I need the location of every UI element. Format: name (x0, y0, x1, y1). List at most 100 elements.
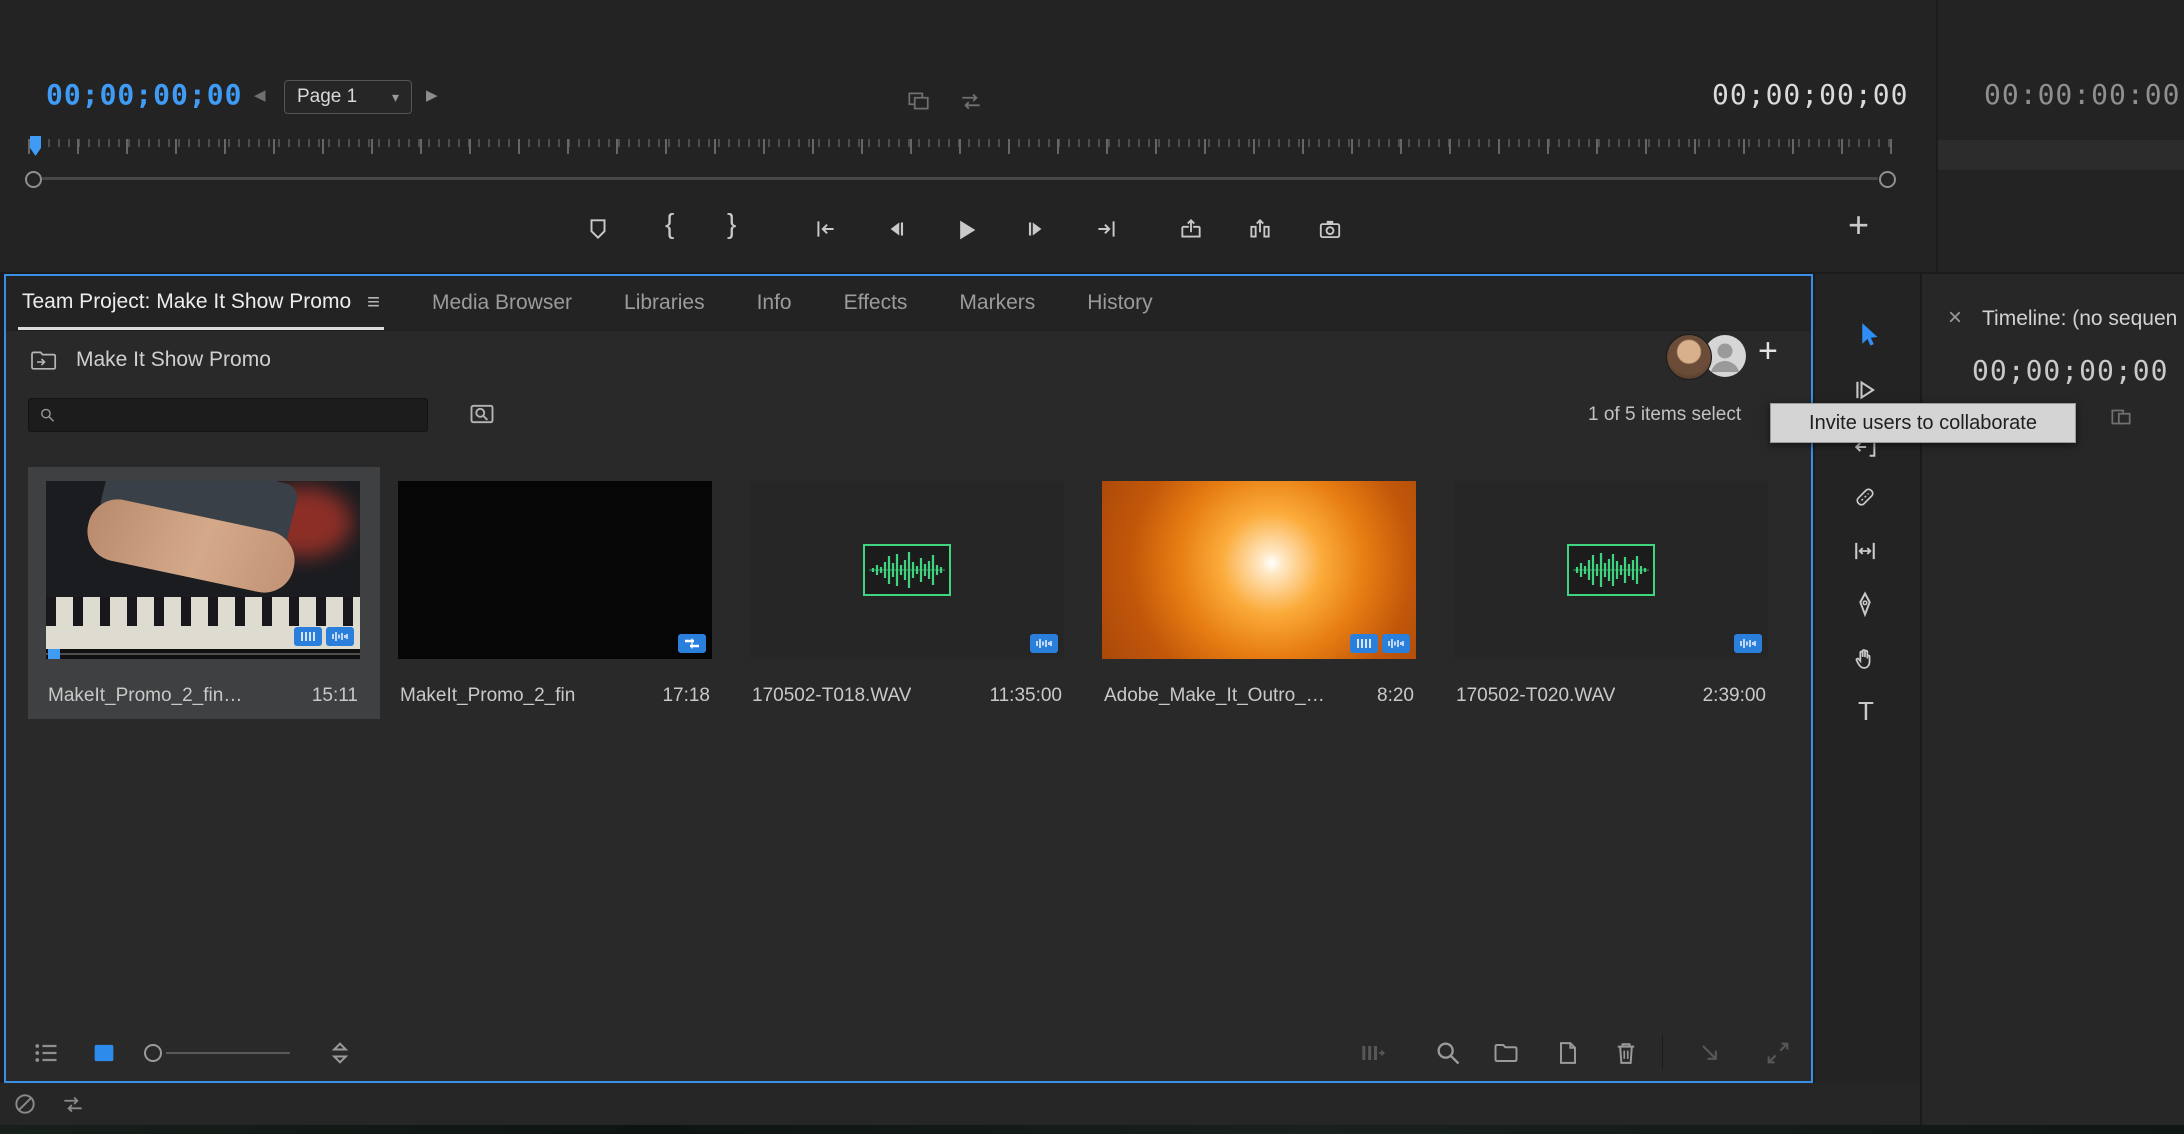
scrollbar-left-handle[interactable] (25, 171, 42, 188)
thumbnail-view-icon[interactable] (90, 1039, 118, 1067)
sync-disabled-icon[interactable] (12, 1091, 38, 1117)
find-media-icon[interactable] (468, 400, 496, 428)
new-item-icon[interactable] (1554, 1039, 1582, 1067)
jump-to-icon[interactable] (1696, 1039, 1724, 1067)
invite-users-button[interactable]: + (1758, 332, 1778, 371)
video-badge (294, 627, 322, 646)
hover-scrub-bar[interactable] (46, 649, 360, 659)
scrollbar-right-handle[interactable] (1879, 171, 1896, 188)
premiere-workspace: 00;00;00;00 ◀ Page 1 ▾ ▶ 00;00;00;00 { } (0, 0, 2184, 1134)
timeline-timecode[interactable]: 00;00;00;00 (1972, 354, 2168, 387)
timeline-options-icon[interactable] (2108, 404, 2134, 430)
scrub-track (46, 653, 360, 655)
tab-team-project[interactable]: Team Project: Make It Show Promo ≡ (18, 276, 384, 330)
go-to-out-icon[interactable] (1093, 216, 1119, 242)
play-button-icon[interactable] (952, 216, 980, 244)
transfer-status-icon[interactable] (60, 1091, 86, 1117)
bin-name[interactable]: Make It Show Promo (76, 348, 271, 372)
clip-duration: 11:35:00 (989, 685, 1062, 707)
sort-icons-icon[interactable] (326, 1039, 354, 1067)
timeline-panel-title[interactable]: Timeline: (no sequen (1982, 307, 2182, 331)
search-box[interactable] (28, 398, 428, 432)
chevron-down-icon: ▾ (392, 89, 399, 106)
audio-thumbnail[interactable] (1454, 481, 1768, 659)
panel-menu-icon[interactable]: ≡ (367, 289, 380, 315)
add-marker-icon[interactable] (585, 216, 611, 242)
page-next-icon[interactable]: ▶ (426, 86, 438, 104)
video-thumbnail[interactable] (1102, 481, 1416, 659)
new-bin-icon[interactable] (1492, 1039, 1520, 1067)
aux-timecode[interactable]: 00:00:00:00 (1984, 78, 2180, 111)
mark-in-icon[interactable]: { (665, 208, 674, 240)
clip-name: MakeIt_Promo_2_fin (400, 685, 575, 707)
step-back-icon[interactable] (883, 216, 909, 242)
page-selector[interactable]: Page 1 ▾ (284, 80, 412, 114)
media-item-video[interactable]: Adobe_Make_It_Outro_… 8:20 (1084, 467, 1436, 719)
panel-tab-bar: Team Project: Make It Show Promo ≡ Media… (6, 276, 1811, 331)
find-icon[interactable] (1434, 1039, 1462, 1067)
video-thumbnail[interactable] (46, 481, 360, 659)
duration-timecode[interactable]: 00;00;00;00 (1712, 78, 1908, 111)
tab-markers[interactable]: Markers (955, 276, 1039, 330)
mark-out-icon[interactable]: } (727, 208, 736, 240)
list-view-icon[interactable] (31, 1039, 61, 1067)
clip-name: Adobe_Make_It_Outro_… (1104, 685, 1325, 707)
audio-badge (1382, 634, 1410, 653)
hand-tool[interactable] (1851, 644, 1879, 672)
track-select-forward-tool[interactable] (1851, 376, 1879, 404)
clip-badges (1350, 634, 1410, 653)
trash-icon[interactable] (1612, 1039, 1640, 1067)
clip-duration: 15:11 (312, 685, 358, 707)
collaborator-avatar[interactable] (1666, 334, 1712, 380)
audio-thumbnail[interactable] (750, 481, 1064, 659)
frames-icon[interactable] (905, 88, 931, 114)
tab-effects[interactable]: Effects (840, 276, 912, 330)
tab-info[interactable]: Info (753, 276, 796, 330)
media-item-sequence[interactable]: MakeIt_Promo_2_fin 17:18 (380, 467, 732, 719)
automate-to-sequence-icon[interactable] (1358, 1039, 1386, 1067)
tab-label: Team Project: Make It Show Promo (22, 290, 351, 314)
double-arrow-icon[interactable] (958, 88, 984, 114)
clip-badges (294, 627, 354, 646)
step-forward-icon[interactable] (1023, 216, 1049, 242)
type-tool[interactable]: T (1851, 696, 1881, 727)
sequence-thumbnail[interactable] (398, 481, 712, 659)
program-monitor: 00;00;00;00 ◀ Page 1 ▾ ▶ 00;00;00;00 { } (0, 0, 1936, 272)
selection-tool[interactable] (1851, 320, 1881, 350)
lift-icon[interactable] (1178, 216, 1204, 242)
export-frame-icon[interactable] (1317, 216, 1343, 242)
media-item-video[interactable]: MakeIt_Promo_2_fin… 15:11 (28, 467, 380, 719)
zoom-slider-handle[interactable] (144, 1044, 162, 1062)
zoom-slider-track[interactable] (166, 1052, 290, 1054)
clip-duration: 17:18 (662, 685, 710, 707)
selection-status: 1 of 5 items select (1588, 404, 1772, 426)
waveform-icon (863, 544, 951, 596)
go-to-in-icon[interactable] (813, 216, 839, 242)
aux-ruler-strip (1938, 140, 2184, 170)
media-item-audio[interactable]: 170502-T020.WAV 2:39:00 (1436, 467, 1788, 719)
pen-tool[interactable] (1851, 590, 1879, 618)
media-item-audio[interactable]: 170502-T018.WAV 11:35:00 (732, 467, 1084, 719)
clip-badges (678, 634, 706, 653)
bin-icon[interactable] (30, 348, 58, 372)
tools-panel: T (1815, 274, 1920, 1083)
tab-history[interactable]: History (1083, 276, 1156, 330)
tab-libraries[interactable]: Libraries (620, 276, 709, 330)
close-icon[interactable]: × (1948, 304, 1962, 332)
search-input[interactable] (64, 403, 417, 427)
tooltip: Invite users to collaborate (1770, 403, 2076, 443)
extract-icon[interactable] (1247, 216, 1273, 242)
search-icon (39, 406, 56, 424)
slip-tool[interactable] (1851, 537, 1879, 565)
expand-icon[interactable] (1764, 1039, 1792, 1067)
audio-badge (326, 627, 354, 646)
page-prev-icon[interactable]: ◀ (254, 86, 266, 104)
tab-media-browser[interactable]: Media Browser (428, 276, 576, 330)
zoom-scrollbar[interactable] (42, 177, 1878, 180)
monitor-time-ruler[interactable] (28, 139, 1894, 165)
waveform-icon (1567, 544, 1655, 596)
current-timecode[interactable]: 00;00;00;00 (46, 78, 242, 111)
razor-tool[interactable] (1851, 483, 1879, 511)
button-editor-icon[interactable]: + (1848, 204, 1869, 246)
breadcrumb: Make It Show Promo (30, 348, 271, 372)
